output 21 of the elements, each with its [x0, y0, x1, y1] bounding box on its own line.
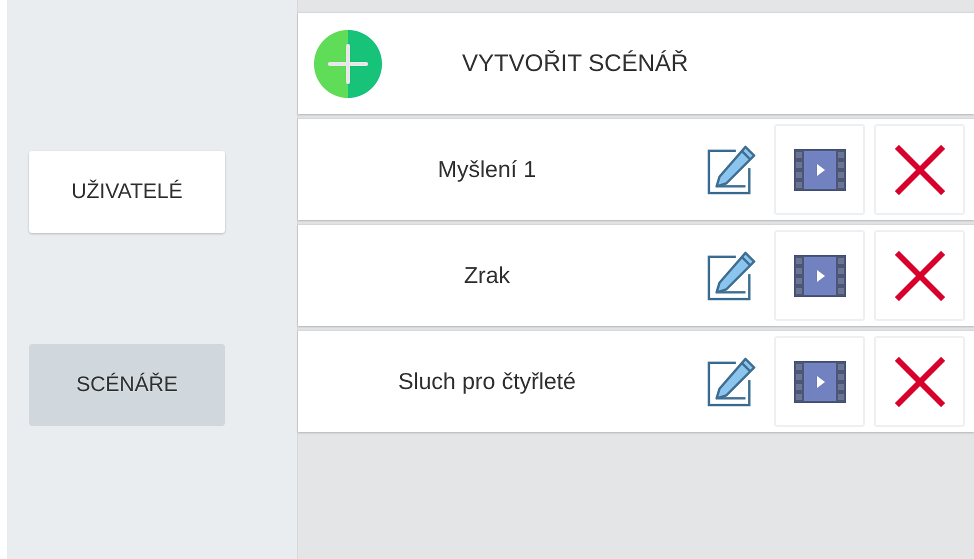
- delete-button[interactable]: [874, 230, 965, 321]
- close-icon: [894, 250, 946, 302]
- scenario-name: Sluch pro čtyřleté: [397, 368, 577, 395]
- play-button[interactable]: [774, 124, 865, 215]
- play-button[interactable]: [774, 336, 865, 427]
- edit-icon[interactable]: [707, 356, 757, 408]
- scenario-name: Myšlení 1: [436, 156, 538, 183]
- nav-button[interactable]: UŽIVATELÉ: [29, 151, 225, 233]
- film-icon: [794, 148, 846, 190]
- scenario-name: Zrak: [463, 262, 511, 289]
- close-icon: [894, 144, 946, 196]
- film-icon: [794, 360, 846, 402]
- nav-button[interactable]: SCÉNÁŘE: [29, 344, 225, 426]
- film-icon: [794, 254, 846, 296]
- edit-icon[interactable]: [707, 144, 757, 196]
- delete-button[interactable]: [874, 336, 965, 427]
- close-icon: [894, 356, 946, 408]
- edit-icon[interactable]: [707, 250, 757, 302]
- play-button[interactable]: [774, 230, 865, 321]
- create-scenario-button[interactable]: VYTVOŘIT SCÉNÁŘ: [462, 50, 974, 78]
- delete-button[interactable]: [874, 124, 965, 215]
